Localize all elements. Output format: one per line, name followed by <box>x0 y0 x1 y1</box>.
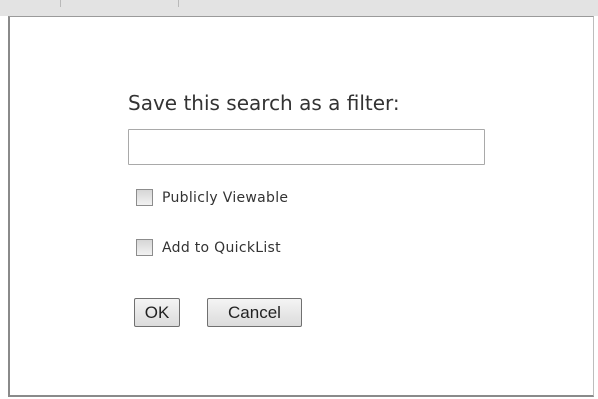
add-to-quicklist-label: Add to QuickList <box>162 239 281 256</box>
cancel-button[interactable]: Cancel <box>207 298 302 327</box>
ok-button[interactable]: OK <box>134 298 180 327</box>
page: Save this search as a filter: Publicly V… <box>0 0 598 399</box>
add-to-quicklist-option[interactable]: Add to QuickList <box>136 239 281 256</box>
publicly-viewable-option[interactable]: Publicly Viewable <box>136 189 288 206</box>
add-to-quicklist-checkbox[interactable] <box>136 239 153 256</box>
save-filter-dialog: Save this search as a filter: Publicly V… <box>8 16 594 397</box>
dialog-title: Save this search as a filter: <box>128 91 400 115</box>
publicly-viewable-label: Publicly Viewable <box>162 189 289 206</box>
background-window-strip <box>0 0 598 16</box>
divider <box>60 0 61 7</box>
publicly-viewable-checkbox[interactable] <box>136 189 153 206</box>
divider <box>178 0 179 7</box>
filter-name-input[interactable] <box>128 129 485 165</box>
